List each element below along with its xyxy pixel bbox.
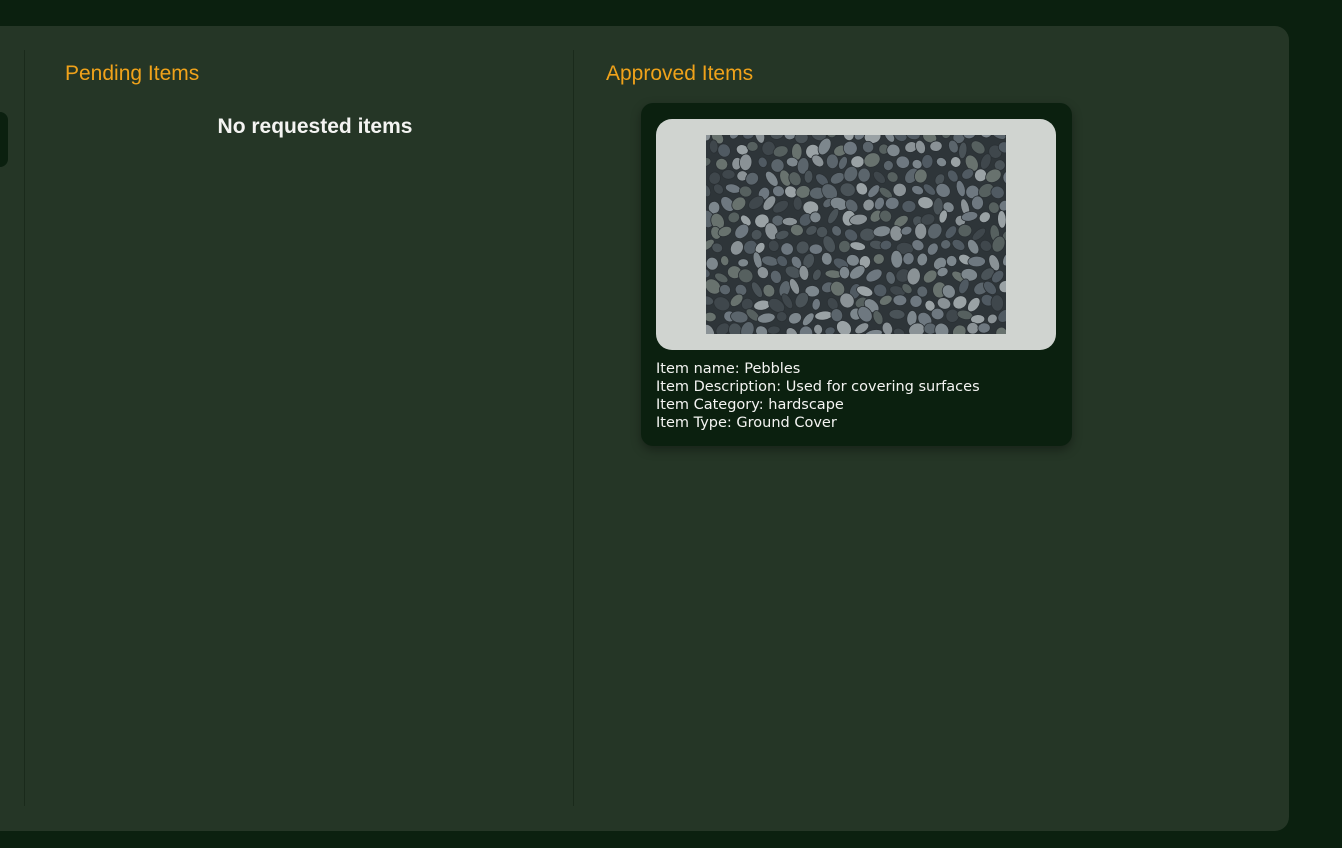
item-image-frame (656, 119, 1056, 350)
approved-items-title: Approved Items (606, 62, 754, 85)
center-divider (573, 50, 574, 806)
item-description: Item Description: Used for covering surf… (656, 379, 980, 395)
item-details: Item name: Pebbles Item Description: Use… (656, 360, 980, 432)
sidebar-edge[interactable] (0, 112, 8, 167)
item-category: Item Category: hardscape (656, 397, 844, 413)
pebbles-image (706, 135, 1006, 334)
pending-items-title: Pending Items (65, 62, 200, 85)
left-divider (24, 50, 25, 806)
item-type: Item Type: Ground Cover (656, 415, 837, 431)
approved-item-card[interactable]: Item name: Pebbles Item Description: Use… (641, 103, 1072, 446)
item-image (706, 135, 1006, 334)
item-name: Item name: Pebbles (656, 361, 801, 377)
no-requested-items-message: No requested items (217, 115, 413, 138)
